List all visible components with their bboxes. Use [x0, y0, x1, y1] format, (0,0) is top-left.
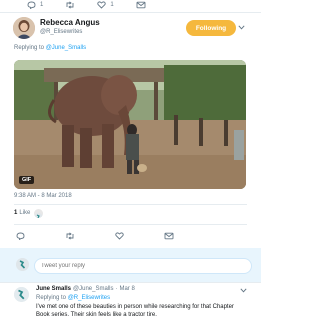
- retweet-icon: [65, 232, 75, 240]
- reply-avatar[interactable]: [14, 287, 29, 302]
- heart-icon: [115, 232, 124, 240]
- reply-date[interactable]: Mar 8: [119, 286, 134, 292]
- tweet-reply-action[interactable]: [16, 232, 25, 240]
- reply-author-handle[interactable]: @June_Smalls: [73, 286, 113, 292]
- reply-text: I've met one of these beauties in person…: [36, 304, 234, 318]
- author-name[interactable]: Rebecca Angus: [40, 18, 100, 27]
- avatar[interactable]: [13, 17, 35, 39]
- dm-action[interactable]: [136, 1, 146, 9]
- likes-count: 1: [14, 210, 18, 216]
- reply-action[interactable]: 1: [27, 1, 43, 9]
- divider-top: [0, 12, 261, 13]
- reply-replying-to-line: Replying to @R_Elisewrites: [36, 295, 110, 301]
- divider-reply: [0, 282, 261, 283]
- reply-chevron-down-icon[interactable]: [240, 288, 247, 293]
- retweet-action[interactable]: [65, 1, 75, 9]
- divider-stats-bottom: [14, 224, 247, 225]
- tweet-retweet-action[interactable]: [65, 232, 75, 240]
- reply-replying-prefix: Replying to: [36, 295, 67, 301]
- reply-separator: ·: [115, 286, 118, 292]
- likes-stat[interactable]: 1 Like: [14, 210, 30, 216]
- tweet-like-action[interactable]: [115, 232, 124, 240]
- like-action[interactable]: 1: [97, 1, 114, 9]
- reply-icon: [27, 1, 36, 9]
- tweet-dm-action[interactable]: [164, 232, 174, 240]
- tweet-action-bar: [16, 232, 174, 240]
- likes-label: Like: [19, 210, 31, 216]
- elephant-gif-image: [14, 60, 246, 189]
- liker-avatar[interactable]: [34, 209, 43, 218]
- chevron-down-icon[interactable]: [238, 25, 245, 30]
- tweet-media[interactable]: GIF: [14, 60, 246, 189]
- reply-count: 1: [40, 2, 44, 8]
- author-handle[interactable]: @R_Elisewrites: [40, 29, 82, 35]
- reply-replying-to-link[interactable]: @R_Elisewrites: [68, 295, 110, 301]
- following-button[interactable]: Following: [186, 20, 236, 36]
- divider-stats-top: [14, 204, 247, 205]
- reply-input[interactable]: [34, 258, 252, 274]
- replying-prefix: Replying to: [14, 45, 45, 51]
- mail-icon: [136, 1, 146, 9]
- composer-avatar: [16, 258, 29, 271]
- replying-to-line: Replying to @June_Smalls: [14, 45, 86, 51]
- timestamp[interactable]: 9:38 AM - 8 Mar 2018: [14, 193, 72, 199]
- reply-header: June Smalls @June_Smalls · Mar 8: [36, 286, 135, 292]
- gif-badge: GIF: [19, 176, 35, 184]
- top-action-bar: 1 1: [27, 0, 247, 10]
- reply-author-name[interactable]: June Smalls: [36, 286, 71, 292]
- mail-icon: [164, 232, 174, 240]
- like-count: 1: [110, 2, 114, 8]
- reply-icon: [16, 232, 25, 240]
- replying-to-link[interactable]: @June_Smalls: [46, 45, 86, 51]
- heart-icon: [97, 1, 107, 9]
- retweet-icon: [65, 1, 75, 9]
